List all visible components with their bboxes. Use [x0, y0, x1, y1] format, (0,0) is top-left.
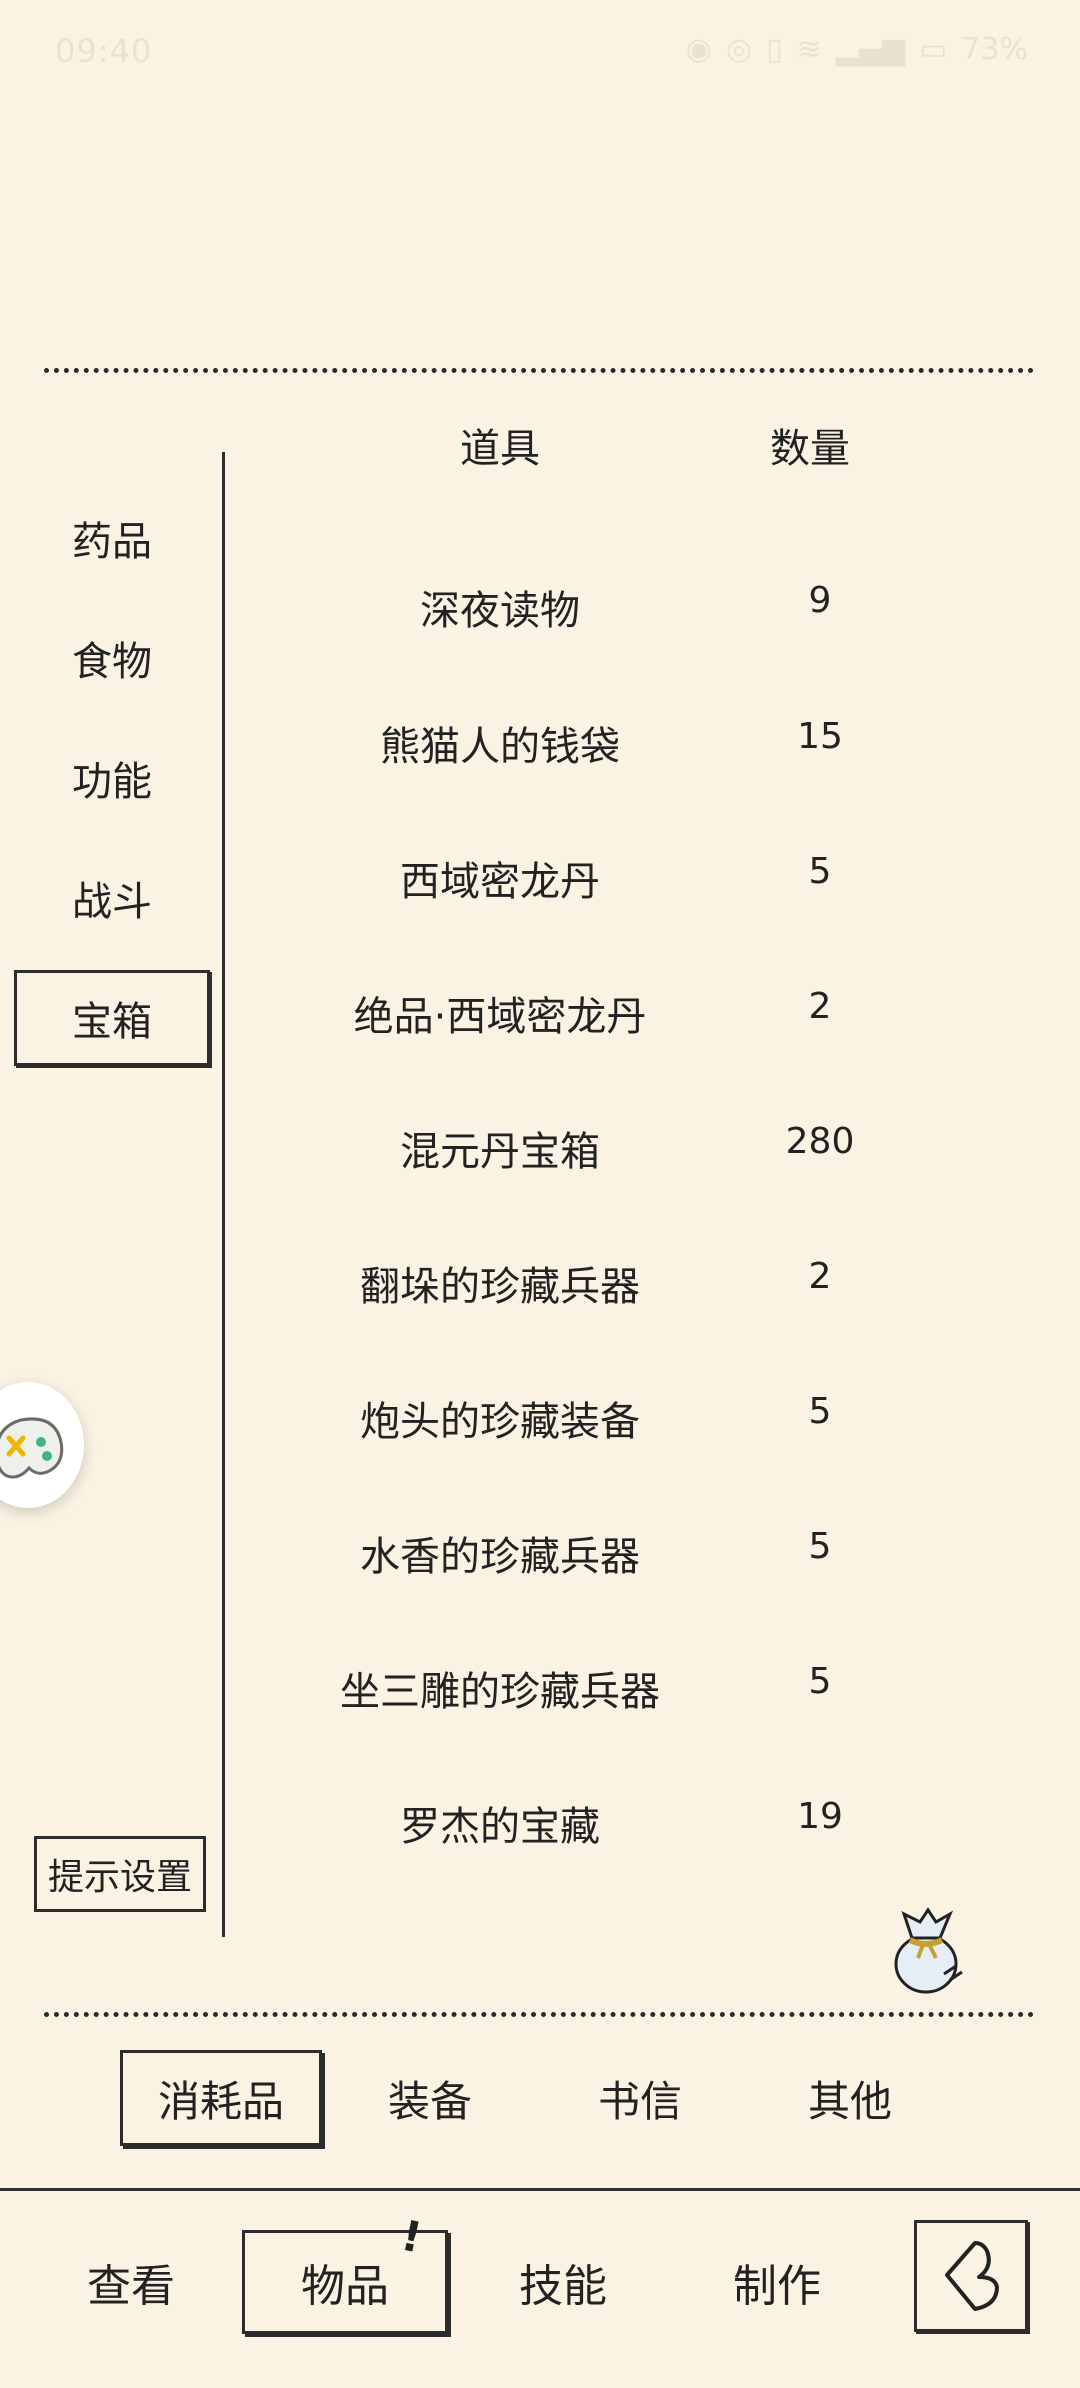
item-quantity: 2 [808, 1256, 832, 1297]
item-quantity: 5 [808, 1526, 832, 1567]
category-function[interactable]: 功能 [14, 730, 210, 826]
tab-other[interactable]: 其他 [760, 2050, 940, 2146]
eye-icon: ◎ [725, 32, 753, 67]
battery-level: 73% [961, 32, 1028, 67]
alarm-icon: ◉ [685, 32, 712, 67]
sidebar-divider [222, 452, 225, 1937]
item-name: 绝品·西域密龙丹 [353, 994, 647, 1040]
category-medicine[interactable]: 药品 [14, 490, 210, 586]
item-row[interactable]: 坐三雕的珍藏兵器 5 [240, 1611, 1080, 1747]
nav-crafting[interactable]: 制作 [692, 2230, 862, 2334]
nav-view[interactable]: 查看 [46, 2230, 216, 2334]
item-row[interactable]: 深夜读物 9 [240, 530, 1080, 666]
bottom-divider [44, 2012, 1034, 2017]
top-divider [44, 368, 1034, 373]
item-name: 坐三雕的珍藏兵器 [340, 1669, 660, 1715]
column-header-item: 道具 [460, 426, 540, 472]
hint-settings-button[interactable]: 提示设置 [34, 1836, 206, 1912]
item-name: 罗杰的宝藏 [400, 1804, 600, 1850]
money-bag-icon[interactable] [884, 1900, 974, 2000]
category-battle[interactable]: 战斗 [14, 850, 210, 946]
item-row[interactable]: 水香的珍藏兵器 5 [240, 1476, 1080, 1612]
gamepad-icon [0, 1417, 64, 1479]
item-quantity: 15 [797, 716, 843, 757]
nav-separator [0, 2188, 1080, 2191]
item-quantity: 280 [785, 1121, 855, 1162]
vibrate-icon: ▯ [766, 32, 783, 67]
item-row[interactable]: 翻垛的珍藏兵器 2 [240, 1206, 1080, 1342]
tab-equipment[interactable]: 装备 [340, 2050, 520, 2146]
item-quantity: 5 [808, 1661, 832, 1702]
category-food[interactable]: 食物 [14, 610, 210, 706]
item-row[interactable]: 罗杰的宝藏 19 [240, 1746, 1080, 1882]
tab-letters[interactable]: 书信 [550, 2050, 730, 2146]
back-arrow-icon [945, 2241, 999, 2311]
item-quantity: 5 [808, 1391, 832, 1432]
signal-icon: ▂▄▆ [835, 32, 905, 67]
column-header-quantity: 数量 [770, 426, 850, 472]
item-quantity: 5 [808, 851, 832, 892]
item-row[interactable]: 绝品·西域密龙丹 2 [240, 936, 1080, 1072]
item-name: 深夜读物 [420, 588, 580, 634]
item-name: 炮头的珍藏装备 [360, 1399, 640, 1445]
item-name: 熊猫人的钱袋 [380, 724, 620, 770]
nav-skills[interactable]: 技能 [478, 2230, 648, 2334]
status-icons: ◉ ◎ ▯ ≋ ▂▄▆ ▭ 73% [686, 32, 1028, 67]
tab-consumables[interactable]: 消耗品 [120, 2050, 322, 2146]
item-row[interactable]: 混元丹宝箱 280 [240, 1071, 1080, 1207]
item-quantity: 9 [808, 580, 832, 621]
item-quantity: 2 [808, 986, 832, 1027]
item-name: 水香的珍藏兵器 [360, 1534, 640, 1580]
back-button[interactable] [914, 2220, 1028, 2332]
item-row[interactable]: 炮头的珍藏装备 5 [240, 1341, 1080, 1477]
item-name: 混元丹宝箱 [400, 1129, 600, 1175]
floating-assistant-button[interactable] [0, 1382, 84, 1508]
item-row[interactable]: 西域密龙丹 5 [240, 801, 1080, 937]
item-quantity: 19 [797, 1796, 843, 1837]
category-treasure-chest[interactable]: 宝箱 [14, 970, 210, 1066]
battery-icon: ▭ [918, 32, 948, 67]
wifi-icon: ≋ [796, 32, 822, 67]
status-time: 09:40 [55, 32, 153, 70]
status-bar: 09:40 ◉ ◎ ▯ ≋ ▂▄▆ ▭ 73% [0, 0, 1080, 110]
item-name: 西域密龙丹 [400, 859, 600, 905]
item-name: 翻垛的珍藏兵器 [360, 1264, 640, 1310]
item-row[interactable]: 熊猫人的钱袋 15 [240, 666, 1080, 802]
